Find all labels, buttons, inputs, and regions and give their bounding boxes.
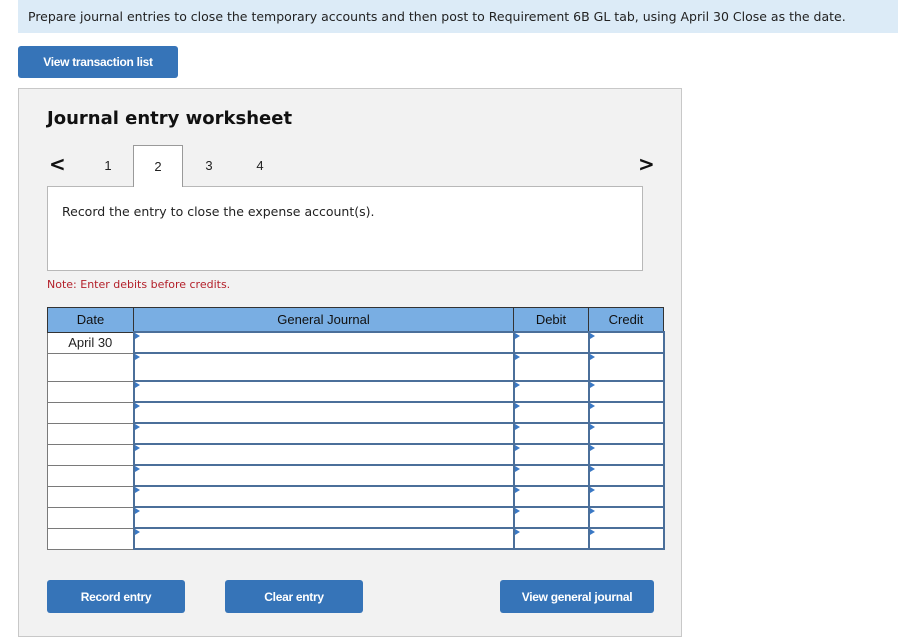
debit-input[interactable] bbox=[512, 401, 590, 424]
debit-input[interactable] bbox=[512, 443, 590, 466]
credit-input[interactable] bbox=[587, 380, 665, 403]
debit-input[interactable] bbox=[512, 485, 590, 508]
date-cell bbox=[47, 443, 134, 466]
credit-input[interactable] bbox=[587, 443, 665, 466]
date-cell bbox=[47, 401, 134, 424]
general-journal-table: Date General Journal Debit Credit April … bbox=[47, 307, 665, 550]
worksheet-tabs: < 1 2 3 4 > bbox=[19, 145, 683, 187]
chevron-right-icon[interactable]: > bbox=[638, 152, 655, 176]
date-cell bbox=[47, 485, 134, 508]
credit-input[interactable] bbox=[587, 506, 665, 529]
tab-1[interactable]: 1 bbox=[83, 145, 133, 186]
table-row: April 30 bbox=[47, 331, 665, 354]
debit-input[interactable] bbox=[512, 422, 590, 445]
column-header-date: Date bbox=[47, 307, 134, 333]
credit-input[interactable] bbox=[587, 352, 665, 382]
debit-input[interactable] bbox=[512, 464, 590, 487]
worksheet-title: Journal entry worksheet bbox=[47, 108, 293, 129]
credit-input[interactable] bbox=[587, 422, 665, 445]
account-input[interactable] bbox=[132, 422, 515, 445]
tab-3[interactable]: 3 bbox=[184, 145, 234, 186]
table-row bbox=[47, 527, 665, 550]
date-cell bbox=[47, 464, 134, 487]
column-header-credit: Credit bbox=[588, 307, 664, 333]
account-input[interactable] bbox=[132, 464, 515, 487]
table-row bbox=[47, 401, 665, 424]
credit-input[interactable] bbox=[587, 485, 665, 508]
account-input[interactable] bbox=[132, 527, 515, 550]
table-row bbox=[47, 422, 665, 445]
debit-input[interactable] bbox=[512, 352, 590, 382]
account-input[interactable] bbox=[132, 443, 515, 466]
instruction-banner: Prepare journal entries to close the tem… bbox=[18, 0, 898, 33]
tab-4[interactable]: 4 bbox=[235, 145, 285, 186]
date-cell bbox=[47, 527, 134, 550]
account-input[interactable] bbox=[132, 331, 515, 354]
clear-entry-button[interactable]: Clear entry bbox=[225, 580, 363, 613]
debits-note: Note: Enter debits before credits. bbox=[47, 278, 231, 291]
entry-description: Record the entry to close the expense ac… bbox=[47, 186, 643, 271]
chevron-left-icon[interactable]: < bbox=[49, 152, 66, 176]
account-input[interactable] bbox=[132, 506, 515, 529]
entry-description-text: Record the entry to close the expense ac… bbox=[62, 204, 375, 219]
account-input[interactable] bbox=[132, 485, 515, 508]
account-input[interactable] bbox=[132, 352, 515, 382]
table-row bbox=[47, 464, 665, 487]
credit-input[interactable] bbox=[587, 464, 665, 487]
date-cell bbox=[47, 352, 134, 382]
account-input[interactable] bbox=[132, 380, 515, 403]
journal-entry-worksheet-panel: Journal entry worksheet < 1 2 3 4 > Reco… bbox=[18, 88, 682, 637]
credit-input[interactable] bbox=[587, 331, 665, 354]
table-row bbox=[47, 485, 665, 508]
debit-input[interactable] bbox=[512, 506, 590, 529]
table-row bbox=[47, 380, 665, 403]
table-row bbox=[47, 443, 665, 466]
credit-input[interactable] bbox=[587, 401, 665, 424]
table-row bbox=[47, 506, 665, 529]
credit-input[interactable] bbox=[587, 527, 665, 550]
view-general-journal-button[interactable]: View general journal bbox=[500, 580, 654, 613]
date-cell bbox=[47, 380, 134, 403]
date-cell bbox=[47, 506, 134, 529]
debit-input[interactable] bbox=[512, 527, 590, 550]
account-input[interactable] bbox=[132, 401, 515, 424]
table-row bbox=[47, 352, 665, 382]
debit-input[interactable] bbox=[512, 331, 590, 354]
record-entry-button[interactable]: Record entry bbox=[47, 580, 185, 613]
column-header-debit: Debit bbox=[513, 307, 589, 333]
tab-2[interactable]: 2 bbox=[133, 145, 183, 187]
date-cell bbox=[47, 422, 134, 445]
view-transaction-list-button[interactable]: View transaction list bbox=[18, 46, 178, 78]
column-header-general-journal: General Journal bbox=[133, 307, 514, 333]
debit-input[interactable] bbox=[512, 380, 590, 403]
date-cell: April 30 bbox=[47, 331, 134, 354]
